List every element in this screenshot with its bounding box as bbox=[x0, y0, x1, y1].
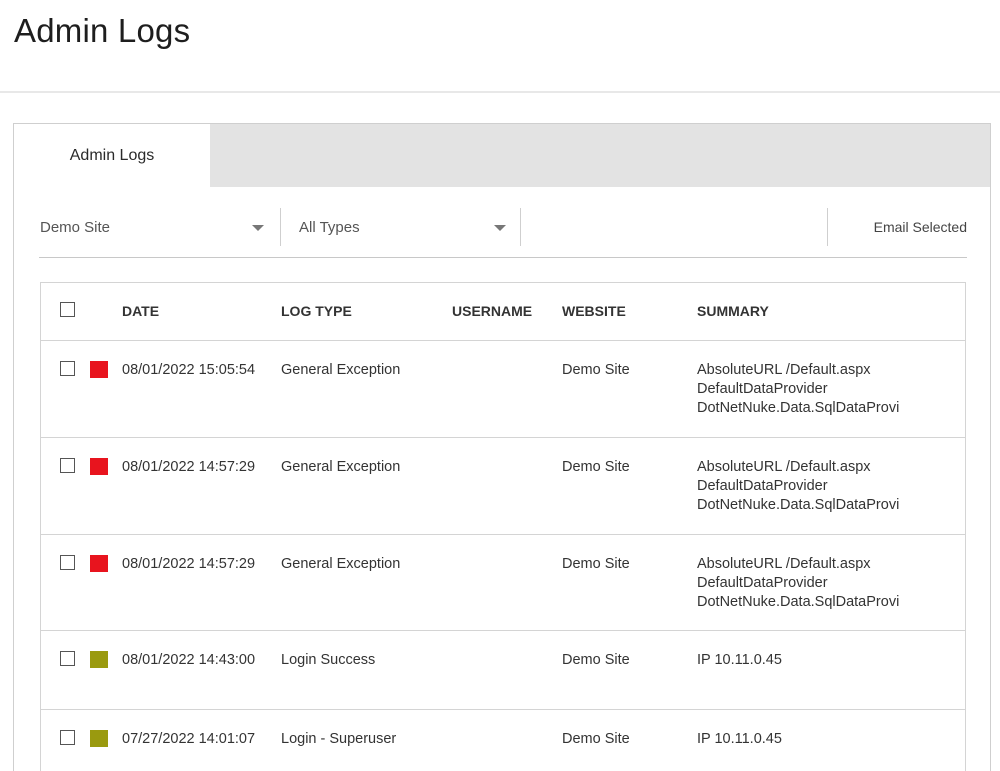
row-log-type: Login - Superuser bbox=[281, 731, 397, 747]
log-type-dropdown[interactable]: All Types bbox=[280, 208, 520, 246]
tab-admin-logs[interactable]: Admin Logs bbox=[14, 124, 210, 187]
row-checkbox[interactable] bbox=[60, 458, 75, 473]
site-dropdown[interactable]: Demo Site bbox=[40, 208, 278, 246]
row-date: 08/01/2022 14:57:29 bbox=[122, 556, 256, 572]
row-summary: IP 10.11.0.45 bbox=[697, 731, 782, 747]
column-header-website[interactable]: WEBSITE bbox=[562, 303, 626, 319]
log-type-color-swatch bbox=[90, 651, 108, 668]
row-date: 07/27/2022 14:01:07 bbox=[122, 731, 256, 747]
column-header-log-type[interactable]: LOG TYPE bbox=[281, 303, 352, 319]
row-log-type: Login Success bbox=[281, 652, 376, 668]
select-all-checkbox[interactable] bbox=[60, 302, 75, 317]
row-website: Demo Site bbox=[562, 652, 630, 668]
row-log-type: General Exception bbox=[281, 459, 401, 475]
row-log-type: General Exception bbox=[281, 362, 401, 378]
log-type-color-swatch bbox=[90, 458, 108, 475]
search-input[interactable] bbox=[520, 208, 827, 246]
row-checkbox[interactable] bbox=[60, 730, 75, 745]
row-date: 08/01/2022 14:57:29 bbox=[122, 459, 256, 475]
row-checkbox[interactable] bbox=[60, 651, 75, 666]
log-type-color-swatch bbox=[90, 361, 108, 378]
row-website: Demo Site bbox=[562, 362, 630, 378]
column-header-username[interactable]: USERNAME bbox=[452, 303, 532, 319]
row-website: Demo Site bbox=[562, 731, 630, 747]
chevron-down-icon bbox=[252, 225, 264, 231]
row-checkbox[interactable] bbox=[60, 555, 75, 570]
logs-table: DATE LOG TYPE USERNAME WEBSITE SUMMARY 0… bbox=[40, 282, 966, 771]
table-row[interactable]: 08/01/2022 14:43:00 Login Success Demo S… bbox=[41, 631, 965, 710]
row-checkbox[interactable] bbox=[60, 361, 75, 376]
log-type-dropdown-value: All Types bbox=[299, 218, 360, 236]
row-summary: IP 10.11.0.45 bbox=[697, 652, 782, 668]
row-website: Demo Site bbox=[562, 459, 630, 475]
table-row[interactable]: 08/01/2022 14:57:29 General Exception De… bbox=[41, 438, 965, 535]
row-date: 08/01/2022 14:43:00 bbox=[122, 652, 256, 668]
row-summary: AbsoluteURL /Default.aspx DefaultDataPro… bbox=[697, 459, 900, 513]
row-log-type: General Exception bbox=[281, 556, 401, 572]
tab-strip: Admin Logs bbox=[14, 124, 990, 187]
log-type-color-swatch bbox=[90, 555, 108, 572]
email-selected-button[interactable]: Email Selected bbox=[827, 208, 967, 246]
column-header-date[interactable]: DATE bbox=[122, 303, 159, 319]
table-header: DATE LOG TYPE USERNAME WEBSITE SUMMARY bbox=[41, 283, 965, 341]
column-header-summary[interactable]: SUMMARY bbox=[697, 303, 769, 319]
site-dropdown-value: Demo Site bbox=[40, 218, 111, 236]
table-row[interactable]: 08/01/2022 14:57:29 General Exception De… bbox=[41, 535, 965, 631]
filter-bar: Demo Site All Types Email Selected bbox=[39, 208, 967, 258]
page-title: Admin Logs bbox=[14, 12, 191, 49]
row-summary: AbsoluteURL /Default.aspx DefaultDataPro… bbox=[697, 362, 900, 416]
log-type-color-swatch bbox=[90, 730, 108, 747]
chevron-down-icon bbox=[494, 225, 506, 231]
table-row[interactable]: 07/27/2022 14:01:07 Login - Superuser De… bbox=[41, 710, 965, 771]
table-row[interactable]: 08/01/2022 15:05:54 General Exception De… bbox=[41, 341, 965, 438]
row-website: Demo Site bbox=[562, 556, 630, 572]
admin-logs-panel: Admin Logs Demo Site All Types Email Sel… bbox=[13, 123, 991, 771]
row-summary: AbsoluteURL /Default.aspx DefaultDataPro… bbox=[697, 556, 900, 610]
row-date: 08/01/2022 15:05:54 bbox=[122, 362, 256, 378]
header-divider bbox=[0, 91, 1000, 93]
